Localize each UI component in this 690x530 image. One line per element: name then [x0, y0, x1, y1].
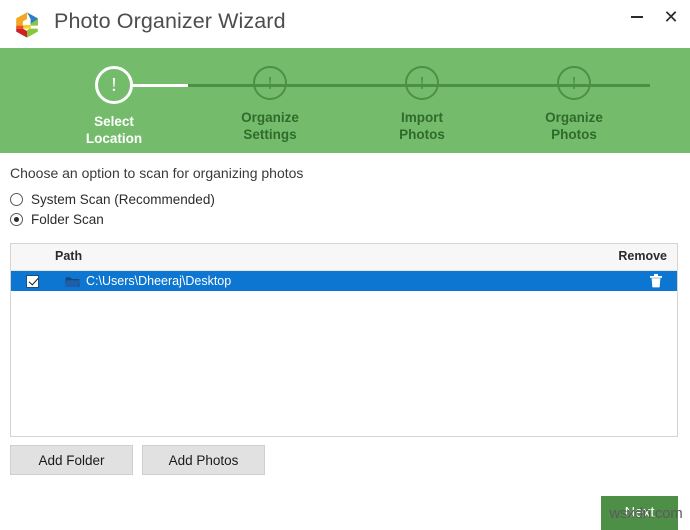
exclamation-circle-icon: !	[253, 66, 287, 100]
add-photos-button[interactable]: Add Photos	[142, 445, 265, 475]
exclamation-glyph: !	[419, 74, 425, 92]
window-controls: ✕	[620, 0, 688, 34]
stepper-connector-1	[130, 84, 192, 87]
column-header-path: Path	[55, 249, 82, 263]
app-title: Photo Organizer Wizard	[54, 9, 286, 34]
radio-system-scan[interactable]: System Scan (Recommended)	[10, 192, 215, 207]
exclamation-glyph: !	[267, 74, 273, 92]
exclamation-circle-icon: !	[557, 66, 591, 100]
stepper-step-label: Select Location	[54, 113, 174, 147]
title-bar: Photo Organizer Wizard ✕	[0, 0, 690, 48]
column-header-remove: Remove	[618, 249, 667, 263]
row-checkbox[interactable]	[26, 275, 39, 288]
table-header: Path Remove	[11, 244, 677, 271]
row-path-value: C:\Users\Dheeraj\Desktop	[86, 274, 231, 288]
stepper-label-line1: Organize	[514, 109, 634, 126]
radio-folder-scan-label: Folder Scan	[31, 212, 104, 227]
radio-button-icon[interactable]	[10, 193, 23, 206]
radio-folder-scan[interactable]: Folder Scan	[10, 212, 104, 227]
stepper-step-label: Organize Photos	[514, 109, 634, 143]
stepper-label-line2: Location	[54, 130, 174, 147]
folder-icon	[65, 275, 80, 287]
stepper-label-line2: Settings	[210, 126, 330, 143]
scan-option-prompt: Choose an option to scan for organizing …	[10, 165, 303, 181]
stepper-label-line1: Organize	[210, 109, 330, 126]
stepper-label-line1: Select	[54, 113, 174, 130]
stepper-step-label: Organize Settings	[210, 109, 330, 143]
wizard-stepper: ! Select Location ! Organize Settings ! …	[0, 48, 690, 153]
stepper-label-line2: Photos	[514, 126, 634, 143]
paths-table: Path Remove C:\Users\Dheeraj\Desktop	[10, 243, 678, 437]
next-button[interactable]: Next	[601, 496, 678, 530]
trash-icon[interactable]	[650, 274, 662, 288]
stepper-step-label: Import Photos	[362, 109, 482, 143]
exclamation-circle-icon: !	[95, 66, 133, 104]
exclamation-glyph: !	[571, 74, 577, 92]
stepper-step-organize-settings[interactable]: ! Organize Settings	[210, 66, 330, 143]
app-window: Photo Organizer Wizard ✕ ! Select Locati…	[0, 0, 690, 530]
radio-system-scan-label: System Scan (Recommended)	[31, 192, 215, 207]
app-logo-icon	[12, 10, 42, 40]
stepper-step-select-location[interactable]: ! Select Location	[54, 66, 174, 147]
minimize-icon	[631, 16, 643, 18]
radio-button-icon-selected[interactable]	[10, 213, 23, 226]
exclamation-circle-icon: !	[405, 66, 439, 100]
stepper-step-import-photos[interactable]: ! Import Photos	[362, 66, 482, 143]
exclamation-glyph: !	[111, 75, 118, 95]
stepper-step-organize-photos[interactable]: ! Organize Photos	[514, 66, 634, 143]
add-folder-button[interactable]: Add Folder	[10, 445, 133, 475]
close-button[interactable]: ✕	[654, 2, 688, 32]
stepper-label-line1: Import	[362, 109, 482, 126]
table-row[interactable]: C:\Users\Dheeraj\Desktop	[11, 271, 677, 291]
minimize-button[interactable]	[620, 2, 654, 32]
stepper-label-line2: Photos	[362, 126, 482, 143]
